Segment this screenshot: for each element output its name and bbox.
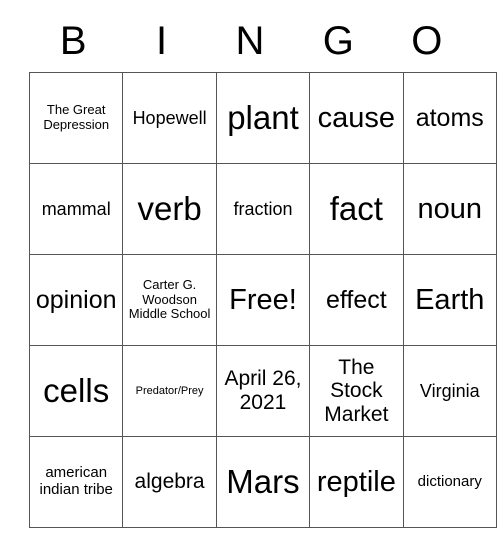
bingo-cell-g1[interactable]: cause [309,72,404,164]
bingo-row: cells Predator/Prey April 26, 2021 The S… [28,345,497,437]
bingo-cell-n2[interactable]: fraction [215,163,311,255]
bingo-header-letter-o: O [411,19,443,63]
bingo-cell-b4[interactable]: cells [28,345,124,437]
bingo-cell-free-space[interactable]: Free! [215,254,311,346]
bingo-cell-i2[interactable]: verb [122,163,217,255]
bingo-card: B I N G O The Great Depression Hopewell … [28,10,497,528]
bingo-cell-b1[interactable]: The Great Depression [28,72,124,164]
bingo-cell-g5[interactable]: reptile [309,436,404,528]
bingo-cell-o1[interactable]: atoms [402,72,497,164]
bingo-cell-o5[interactable]: dictionary [402,436,497,528]
bingo-cell-b3[interactable]: opinion [28,254,124,346]
bingo-cell-i1[interactable]: Hopewell [122,72,217,164]
bingo-header-letter-i: I [156,19,168,63]
bingo-cell-n4[interactable]: April 26, 2021 [215,345,311,437]
bingo-cell-b5[interactable]: american indian tribe [28,436,124,528]
bingo-cell-o4[interactable]: Virginia [402,345,497,437]
bingo-cell-i5[interactable]: algebra [122,436,217,528]
bingo-header-letter-b: B [59,19,87,63]
bingo-row: mammal verb fraction fact noun [28,163,497,255]
bingo-cell-b2[interactable]: mammal [28,163,124,255]
bingo-row: opinion Carter G. Woodson Middle School … [28,254,497,346]
bingo-cell-g2[interactable]: fact [309,163,404,255]
bingo-cell-n1[interactable]: plant [215,72,311,164]
bingo-grid: The Great Depression Hopewell plant caus… [28,72,497,528]
bingo-header-row: B I N G O [29,10,471,72]
bingo-row: american indian tribe algebra Mars repti… [28,436,497,528]
bingo-row: The Great Depression Hopewell plant caus… [28,72,497,164]
bingo-header-letter-n: N [235,19,265,63]
bingo-cell-g4[interactable]: The Stock Market [309,345,404,437]
bingo-cell-i4[interactable]: Predator/Prey [122,345,217,437]
bingo-cell-o3[interactable]: Earth [402,254,497,346]
bingo-header-letter-g: G [322,19,354,63]
bingo-cell-o2[interactable]: noun [402,163,497,255]
bingo-cell-g3[interactable]: effect [309,254,404,346]
bingo-cell-i3[interactable]: Carter G. Woodson Middle School [122,254,217,346]
bingo-cell-n5[interactable]: Mars [215,436,311,528]
